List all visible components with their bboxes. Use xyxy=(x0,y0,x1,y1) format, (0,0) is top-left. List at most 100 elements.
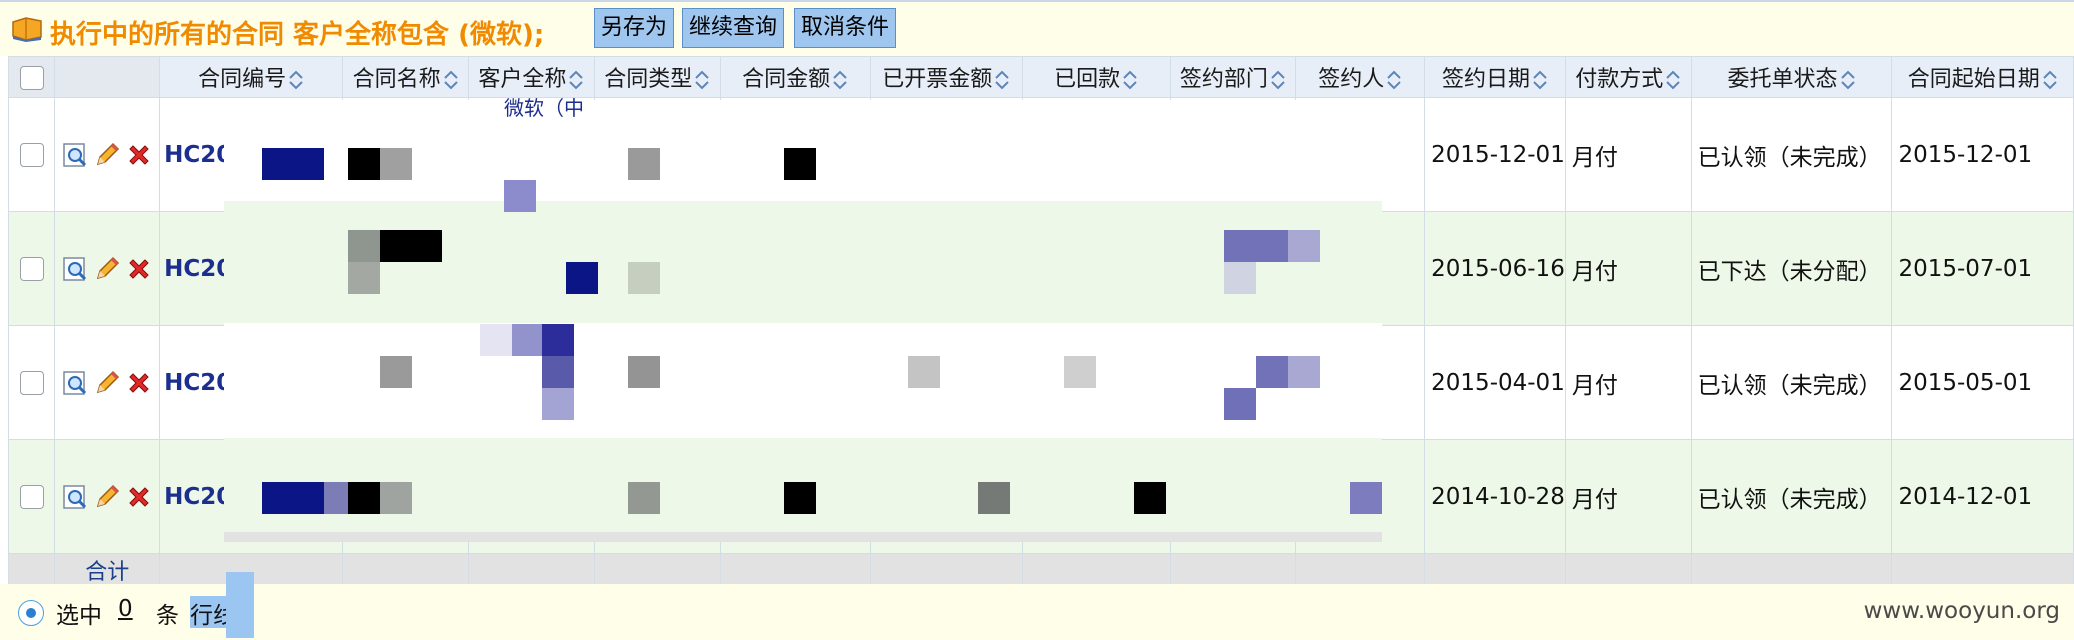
col-header-start-date[interactable]: 合同起始日期 xyxy=(1891,56,2074,98)
edit-pencil-icon[interactable] xyxy=(93,483,121,511)
row-select-cell[interactable] xyxy=(7,325,56,440)
row-checkbox[interactable] xyxy=(19,257,44,281)
row-actions xyxy=(54,97,161,212)
sort-icon[interactable] xyxy=(1386,70,1402,90)
mosaic-block xyxy=(784,148,816,180)
mosaic-block xyxy=(908,356,940,388)
total-cell xyxy=(719,553,871,587)
status-cell: 已认领（未完成） xyxy=(1690,439,1893,554)
selected-label: 选中 xyxy=(56,603,102,629)
edit-pencil-icon[interactable] xyxy=(93,369,121,397)
mosaic-block xyxy=(380,148,412,180)
mosaic-block xyxy=(566,262,598,294)
sort-icon[interactable] xyxy=(994,70,1010,90)
col-header-department[interactable]: 签约部门 xyxy=(1169,56,1297,98)
edit-pencil-icon[interactable] xyxy=(93,141,121,169)
mosaic-block xyxy=(380,230,442,262)
payment-method-cell: 月付 xyxy=(1564,97,1692,212)
col-header-status[interactable]: 委托单状态 xyxy=(1690,56,1893,98)
row-select-cell[interactable] xyxy=(7,97,56,212)
cancel-conditions-button[interactable]: 取消条件 xyxy=(794,8,897,48)
sort-icon[interactable] xyxy=(568,70,584,90)
save-as-button[interactable]: 另存为 xyxy=(594,8,675,48)
view-icon[interactable] xyxy=(61,369,89,397)
total-row: 合计 xyxy=(7,553,2074,587)
col-header-amount[interactable]: 合同金额 xyxy=(719,56,871,98)
sort-icon[interactable] xyxy=(694,70,710,90)
sort-icon[interactable] xyxy=(1270,70,1286,90)
select-all-cell[interactable] xyxy=(7,56,56,98)
sort-icon[interactable] xyxy=(288,70,304,90)
selected-count: 0 xyxy=(118,596,133,622)
contract-table: 合同编号 合同名称 客户全称 合同类型 合同金额 已开票金额 已回款 签约部门 … xyxy=(7,56,2074,587)
delete-icon[interactable] xyxy=(125,255,153,283)
row-select-cell[interactable] xyxy=(7,211,56,326)
continue-query-button[interactable]: 继续查询 xyxy=(682,8,785,48)
row-checkbox[interactable] xyxy=(19,371,44,395)
mosaic-block xyxy=(262,482,324,514)
mosaic-block xyxy=(348,482,380,514)
sort-icon[interactable] xyxy=(1532,70,1548,90)
row-actions xyxy=(54,211,161,326)
start-date-cell: 2014-12-01 xyxy=(1891,439,2074,554)
status-cell: 已下达（未分配） xyxy=(1690,211,1893,326)
col-header-name[interactable]: 合同名称 xyxy=(342,56,469,98)
mosaic-block xyxy=(1064,356,1096,388)
payment-method-cell: 月付 xyxy=(1564,211,1692,326)
sort-icon[interactable] xyxy=(832,70,848,90)
mosaic-block xyxy=(348,148,380,180)
payment-method-cell: 月付 xyxy=(1564,439,1692,554)
mosaic-block xyxy=(1224,262,1256,294)
sort-icon[interactable] xyxy=(443,70,459,90)
total-cell xyxy=(1690,553,1893,587)
status-cell: 已认领（未完成） xyxy=(1690,97,1893,212)
view-icon[interactable] xyxy=(61,141,89,169)
mosaic-block xyxy=(1134,482,1166,514)
delete-icon[interactable] xyxy=(125,483,153,511)
start-date-cell: 2015-12-01 xyxy=(1891,97,2074,212)
view-icon[interactable] xyxy=(61,255,89,283)
sign-date-cell: 2014-10-28 xyxy=(1424,439,1566,554)
mosaic-block xyxy=(1256,356,1288,388)
delete-icon[interactable] xyxy=(125,369,153,397)
col-header-signer[interactable]: 签约人 xyxy=(1295,56,1426,98)
select-all-checkbox[interactable] xyxy=(19,65,44,90)
mosaic-block xyxy=(348,262,380,294)
mosaic-block xyxy=(512,324,544,356)
sort-icon[interactable] xyxy=(1665,70,1681,90)
mosaic-block xyxy=(1224,388,1256,420)
view-icon[interactable] xyxy=(61,483,89,511)
col-header-sign-date[interactable]: 签约日期 xyxy=(1424,56,1566,98)
row-checkbox[interactable] xyxy=(19,485,44,509)
mosaic-block xyxy=(262,148,324,180)
mosaic-block xyxy=(542,388,574,420)
count-unit: 条 xyxy=(156,603,179,629)
book-icon xyxy=(12,17,42,42)
delete-icon[interactable] xyxy=(125,141,153,169)
header-row: 合同编号 合同名称 客户全称 合同类型 合同金额 已开票金额 已回款 签约部门 … xyxy=(7,56,2074,98)
sort-icon[interactable] xyxy=(1122,70,1138,90)
row-select-cell[interactable] xyxy=(7,439,56,554)
col-header-type[interactable]: 合同类型 xyxy=(593,56,721,98)
total-cell xyxy=(593,553,721,587)
row-checkbox[interactable] xyxy=(19,143,44,167)
mosaic-block xyxy=(978,482,1010,514)
mosaic-block xyxy=(1350,482,1382,514)
sort-icon[interactable] xyxy=(2042,70,2058,90)
col-header-payment[interactable]: 付款方式 xyxy=(1564,56,1692,98)
col-header-received[interactable]: 已回款 xyxy=(1021,56,1171,98)
col-header-invoiced[interactable]: 已开票金额 xyxy=(869,56,1023,98)
sign-date-cell: 2015-06-16 xyxy=(1424,211,1566,326)
total-cell xyxy=(1564,553,1692,587)
mosaic-block xyxy=(480,324,512,356)
mosaic-block xyxy=(1256,230,1288,262)
total-cell xyxy=(1424,553,1566,587)
col-header-code[interactable]: 合同编号 xyxy=(159,56,344,98)
page-title: 执行中的所有的合同 客户全称包含 (微软); xyxy=(50,20,545,50)
edit-pencil-icon[interactable] xyxy=(93,255,121,283)
row-actions xyxy=(54,325,161,440)
select-radio[interactable] xyxy=(18,600,44,626)
actions-header xyxy=(54,56,161,98)
sort-icon[interactable] xyxy=(1840,70,1856,90)
mosaic-block xyxy=(1288,356,1320,388)
